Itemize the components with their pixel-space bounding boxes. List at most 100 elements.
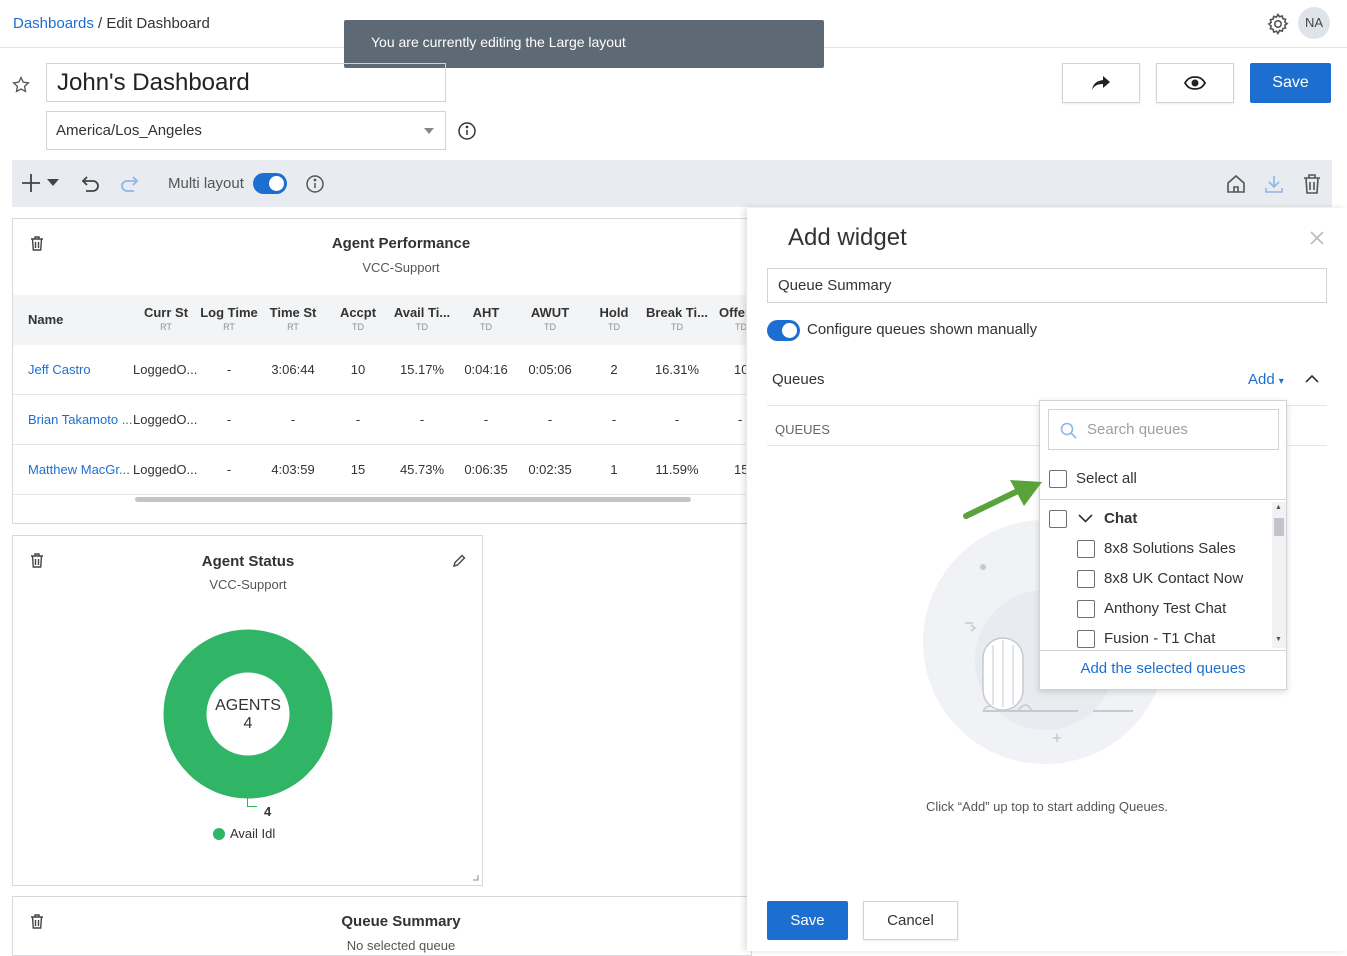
group-checkbox[interactable] [1049,510,1067,528]
resize-handle-icon[interactable] [473,875,479,881]
panel-cancel-button[interactable]: Cancel [863,901,958,940]
queue-checkbox[interactable] [1077,570,1095,588]
gear-icon[interactable] [1266,12,1290,36]
table-cell: LoggedO... [133,462,198,477]
table-cell: 16.31% [654,362,700,377]
column-header-sub: RT [223,322,235,332]
redo-icon[interactable] [119,174,139,192]
column-header-label: Name [28,312,64,327]
widget-title: Queue Summary [341,913,461,930]
queue-checkbox[interactable] [1077,540,1095,558]
donut-center-label: AGENTS [215,697,281,714]
caret-down-icon [424,128,434,134]
share-button[interactable] [1062,63,1140,103]
column-header-sub: TD [544,322,556,332]
add-selected-queues-button[interactable]: Add the selected queues [1040,660,1286,677]
queue-search-input[interactable]: Search queues [1087,421,1188,438]
add-queues-button[interactable]: Add ▾ [1248,371,1284,388]
column-header[interactable]: AHT TD [457,305,515,332]
multi-layout-toggle[interactable] [253,173,287,194]
undo-icon[interactable] [81,174,101,192]
timezone-select[interactable]: America/Los_Angeles [46,111,446,150]
table-cell: - [226,462,232,477]
queue-item[interactable]: Fusion - T1 Chat [1104,630,1215,647]
table-cell: 3:06:44 [271,362,315,377]
queue-checkbox[interactable] [1077,630,1095,648]
column-header[interactable]: Log Time RT [198,305,260,332]
multi-layout-label: Multi layout [168,175,244,192]
donut-center-value: 4 [243,715,253,732]
preview-button[interactable] [1156,63,1234,103]
select-all-label[interactable]: Select all [1076,470,1137,487]
column-header-label: Avail Ti... [393,305,451,320]
scroll-down-icon[interactable]: ▼ [1275,636,1282,643]
scroll-up-icon[interactable]: ▲ [1275,504,1282,511]
save-dashboard-button[interactable]: Save [1250,63,1331,103]
column-header[interactable]: Curr St RT [138,305,194,332]
multi-layout-info-icon[interactable] [305,174,325,194]
home-icon[interactable] [1226,174,1246,194]
column-header-sub: TD [671,322,683,332]
column-header[interactable]: Break Ti... TD [645,305,709,332]
share-arrow-icon [1091,75,1111,91]
queue-item[interactable]: 8x8 Solutions Sales [1104,540,1236,557]
chevron-up-icon[interactable] [1305,374,1319,383]
table-cell: - [226,412,232,427]
vertical-scrollbar[interactable]: ▲ ▼ [1272,502,1286,648]
queue-list: Chat 8x8 Solutions Sales 8x8 UK Contact … [1040,500,1272,650]
caret-down-icon: ▾ [1278,376,1284,387]
agent-name-link[interactable]: Jeff Castro [28,345,128,395]
widget-delete-icon[interactable] [30,914,44,929]
breadcrumb-separator: / [93,15,107,32]
toggle-knob [782,323,797,338]
queue-search-box[interactable]: Search queues [1048,409,1279,450]
table-cell: - [226,362,232,377]
widget-delete-icon[interactable] [30,553,44,568]
close-icon[interactable] [1309,230,1325,246]
column-header[interactable]: Accpt TD [329,305,387,332]
column-header-label: Accpt [339,305,377,320]
toggle-knob [269,176,284,191]
table-cell: 15 [350,462,366,477]
widget-name-input[interactable]: Queue Summary [767,268,1327,303]
column-header[interactable]: Time St RT [263,305,323,332]
horizontal-scrollbar[interactable] [135,497,691,502]
queue-checkbox[interactable] [1077,600,1095,618]
add-widget-menu[interactable] [21,173,63,193]
agent-name-link[interactable]: Brian Takamoto ... [28,395,132,445]
table-cell: LoggedO... [133,362,198,377]
configure-queues-toggle[interactable] [767,320,800,341]
select-all-checkbox[interactable] [1049,470,1067,488]
star-icon[interactable] [11,75,31,95]
dashboard-title-input[interactable]: John's Dashboard [46,63,446,102]
pencil-icon[interactable] [453,554,466,567]
table-cell: 1 [610,462,618,477]
column-header[interactable]: Name [28,312,63,327]
download-icon[interactable] [1264,174,1284,194]
breadcrumb-current: Edit Dashboard [106,15,210,32]
scrollbar-thumb[interactable] [1274,518,1284,536]
table-cell: - [611,412,617,427]
info-icon[interactable] [457,121,477,141]
agent-name-link[interactable]: Matthew MacGr... [28,445,132,495]
eye-icon [1184,76,1206,90]
widget-subtitle: VCC-Support [209,577,287,592]
widget-delete-icon[interactable] [30,236,44,251]
table-row[interactable]: Brian Takamoto ... LoggedO... - - - - - … [13,395,746,445]
column-header[interactable]: AWUT TD [519,305,581,332]
delete-dashboard-icon[interactable] [1302,173,1322,195]
chevron-down-icon[interactable] [1078,514,1093,523]
legend-label[interactable]: Avail Idl [230,826,275,841]
breadcrumb-dashboards-link[interactable]: Dashboards [13,15,94,32]
queue-item[interactable]: 8x8 UK Contact Now [1104,570,1243,587]
panel-save-button[interactable]: Save [767,901,848,940]
table-row[interactable]: Jeff Castro LoggedO... - 3:06:44 10 15.1… [13,345,746,395]
queue-item[interactable]: Anthony Test Chat [1104,600,1226,617]
column-header-label: Offer [719,305,746,320]
column-header[interactable]: Avail Ti... TD [391,305,453,332]
column-header[interactable]: Hold TD [585,305,643,332]
table-cell: 10 [734,362,746,377]
user-avatar[interactable]: NA [1298,7,1330,39]
column-header[interactable]: Offer TD [713,305,746,332]
table-row[interactable]: Matthew MacGr... LoggedO... - 4:03:59 15… [13,445,746,495]
